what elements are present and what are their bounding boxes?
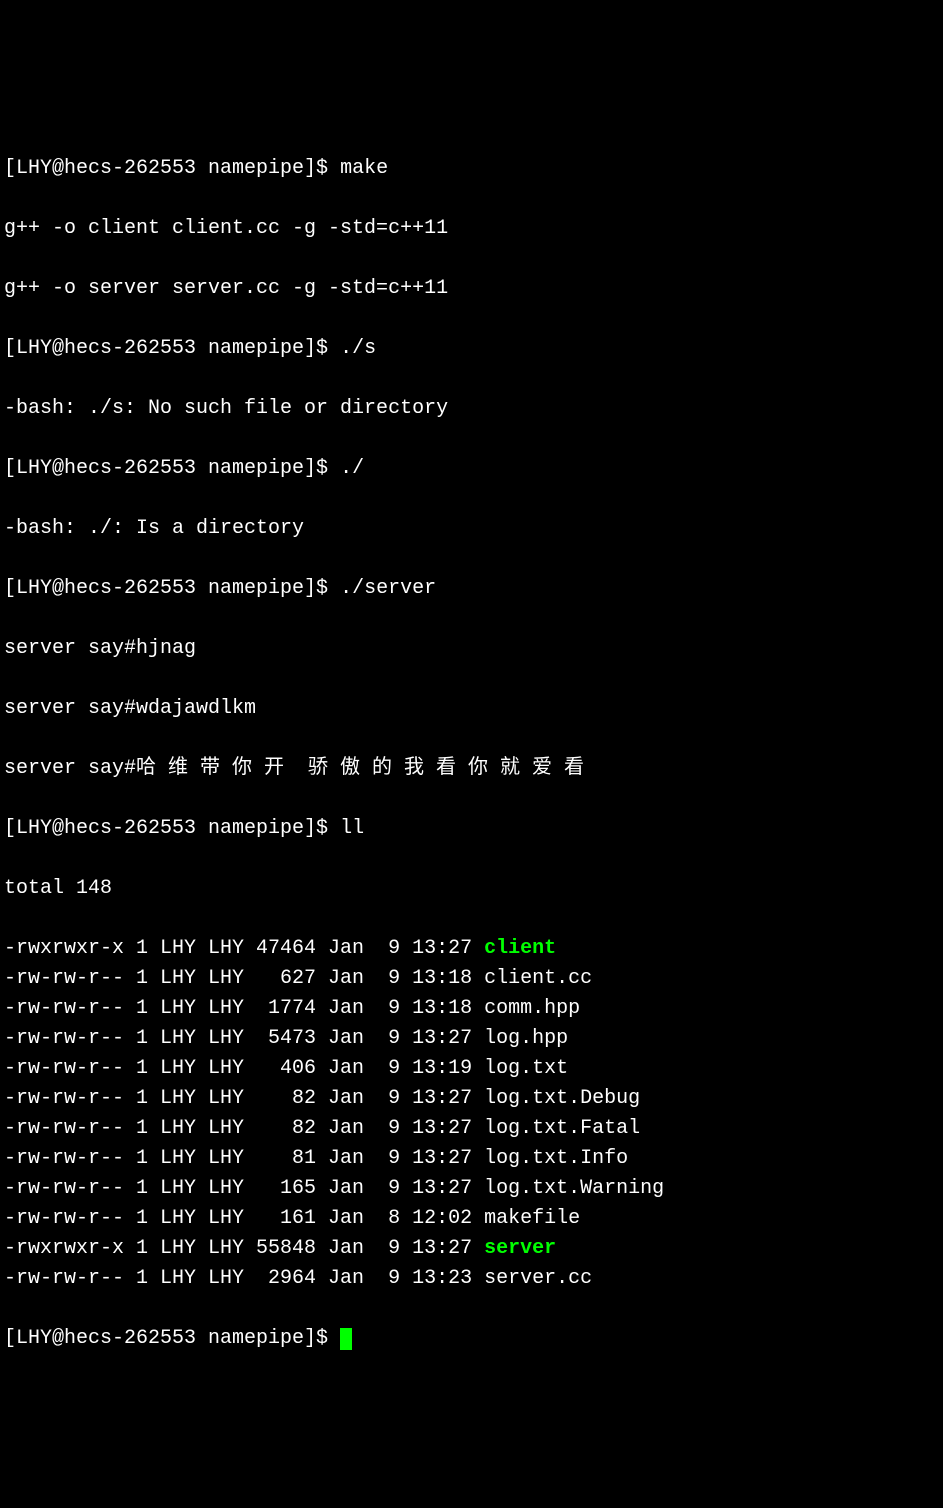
file-name: client <box>484 937 556 960</box>
command-run-dot: ./ <box>340 457 364 480</box>
output-line: server say#wdajawdlkm <box>4 694 939 724</box>
file-row: -rw-rw-r-- 1 LHY LHY 1774 Jan 9 13:18 co… <box>4 994 939 1024</box>
prompt: [LHY@hecs-262553 namepipe]$ <box>4 577 340 600</box>
file-meta: -rw-rw-r-- 1 LHY LHY 627 Jan 9 13:18 <box>4 967 484 990</box>
terminal-output: [LHY@hecs-262553 namepipe]$ make g++ -o … <box>4 124 939 1384</box>
prompt-line-active[interactable]: [LHY@hecs-262553 namepipe]$ <box>4 1324 939 1354</box>
file-name: log.txt.Warning <box>484 1177 664 1200</box>
output-line: g++ -o client client.cc -g -std=c++11 <box>4 214 939 244</box>
file-row: -rw-rw-r-- 1 LHY LHY 5473 Jan 9 13:27 lo… <box>4 1024 939 1054</box>
prompt: [LHY@hecs-262553 namepipe]$ <box>4 157 340 180</box>
command-run-s: ./s <box>340 337 376 360</box>
file-meta: -rw-rw-r-- 1 LHY LHY 5473 Jan 9 13:27 <box>4 1027 484 1050</box>
file-name: server <box>484 1237 556 1260</box>
server-say-prefix: server say# <box>4 757 136 780</box>
prompt: [LHY@hecs-262553 namepipe]$ <box>4 1327 340 1350</box>
file-name: log.txt.Info <box>484 1147 628 1170</box>
file-row: -rw-rw-r-- 1 LHY LHY 627 Jan 9 13:18 cli… <box>4 964 939 994</box>
output-line: -bash: ./s: No such file or directory <box>4 394 939 424</box>
file-meta: -rw-rw-r-- 1 LHY LHY 2964 Jan 9 13:23 <box>4 1267 484 1290</box>
file-name: log.txt <box>484 1057 568 1080</box>
output-line: server say#哈 维 带 你 开 骄 傲 的 我 看 你 就 爱 看 <box>4 754 939 784</box>
file-meta: -rwxrwxr-x 1 LHY LHY 47464 Jan 9 13:27 <box>4 937 484 960</box>
prompt-line: [LHY@hecs-262553 namepipe]$ ./ <box>4 454 939 484</box>
file-meta: -rw-rw-r-- 1 LHY LHY 165 Jan 9 13:27 <box>4 1177 484 1200</box>
output-line: g++ -o server server.cc -g -std=c++11 <box>4 274 939 304</box>
file-name: client.cc <box>484 967 592 990</box>
file-name: comm.hpp <box>484 997 580 1020</box>
command-ll: ll <box>340 817 364 840</box>
file-name: log.txt.Debug <box>484 1087 640 1110</box>
file-row: -rw-rw-r-- 1 LHY LHY 82 Jan 9 13:27 log.… <box>4 1084 939 1114</box>
file-meta: -rw-rw-r-- 1 LHY LHY 82 Jan 9 13:27 <box>4 1087 484 1110</box>
file-meta: -rw-rw-r-- 1 LHY LHY 82 Jan 9 13:27 <box>4 1117 484 1140</box>
prompt-line: [LHY@hecs-262553 namepipe]$ ./s <box>4 334 939 364</box>
output-line: server say#hjnag <box>4 634 939 664</box>
prompt: [LHY@hecs-262553 namepipe]$ <box>4 337 340 360</box>
command-run-server: ./server <box>340 577 436 600</box>
file-row: -rw-rw-r-- 1 LHY LHY 2964 Jan 9 13:23 se… <box>4 1264 939 1294</box>
prompt: [LHY@hecs-262553 namepipe]$ <box>4 457 340 480</box>
file-row: -rw-rw-r-- 1 LHY LHY 82 Jan 9 13:27 log.… <box>4 1114 939 1144</box>
file-row: -rw-rw-r-- 1 LHY LHY 406 Jan 9 13:19 log… <box>4 1054 939 1084</box>
file-row: -rw-rw-r-- 1 LHY LHY 165 Jan 9 13:27 log… <box>4 1174 939 1204</box>
file-row: -rwxrwxr-x 1 LHY LHY 47464 Jan 9 13:27 c… <box>4 934 939 964</box>
file-meta: -rwxrwxr-x 1 LHY LHY 55848 Jan 9 13:27 <box>4 1237 484 1260</box>
file-meta: -rw-rw-r-- 1 LHY LHY 81 Jan 9 13:27 <box>4 1147 484 1170</box>
file-name: log.hpp <box>484 1027 568 1050</box>
prompt: [LHY@hecs-262553 namepipe]$ <box>4 817 340 840</box>
file-meta: -rw-rw-r-- 1 LHY LHY 1774 Jan 9 13:18 <box>4 997 484 1020</box>
file-row: -rw-rw-r-- 1 LHY LHY 81 Jan 9 13:27 log.… <box>4 1144 939 1174</box>
command-make: make <box>340 157 388 180</box>
output-line: -bash: ./: Is a directory <box>4 514 939 544</box>
file-meta: -rw-rw-r-- 1 LHY LHY 406 Jan 9 13:19 <box>4 1057 484 1080</box>
cursor <box>340 1328 352 1350</box>
prompt-line: [LHY@hecs-262553 namepipe]$ ./server <box>4 574 939 604</box>
prompt-line: [LHY@hecs-262553 namepipe]$ make <box>4 154 939 184</box>
file-row: -rw-rw-r-- 1 LHY LHY 161 Jan 8 12:02 mak… <box>4 1204 939 1234</box>
file-name: log.txt.Fatal <box>484 1117 640 1140</box>
file-name: server.cc <box>484 1267 592 1290</box>
file-listing: -rwxrwxr-x 1 LHY LHY 47464 Jan 9 13:27 c… <box>4 934 939 1294</box>
prompt-line: [LHY@hecs-262553 namepipe]$ ll <box>4 814 939 844</box>
file-row: -rwxrwxr-x 1 LHY LHY 55848 Jan 9 13:27 s… <box>4 1234 939 1264</box>
file-name: makefile <box>484 1207 580 1230</box>
file-meta: -rw-rw-r-- 1 LHY LHY 161 Jan 8 12:02 <box>4 1207 484 1230</box>
server-say-cjk: 哈 维 带 你 开 骄 傲 的 我 看 你 就 爱 看 <box>136 757 584 780</box>
output-total: total 148 <box>4 874 939 904</box>
